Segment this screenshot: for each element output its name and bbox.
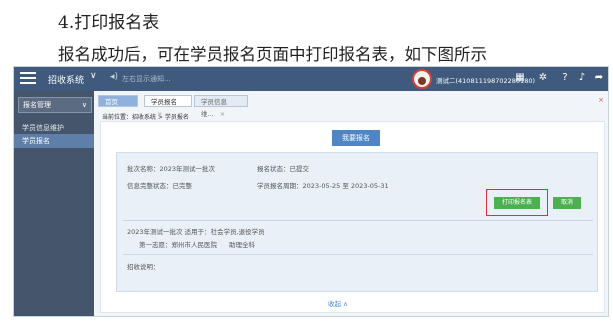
app-screenshot: 招收系统 ∨ ◂) 左右显示通知... 测试二(4108111987022801… xyxy=(13,66,609,317)
first-choice: 第一志愿：郑州市人民医院 xyxy=(139,241,217,249)
tab-home[interactable]: 首页 xyxy=(98,95,138,107)
speaker-icon: ◂) xyxy=(110,72,119,82)
tab-student-registration[interactable]: 学员报名× xyxy=(144,95,192,118)
notification-text: 左右显示通知... xyxy=(122,75,171,83)
print-form-button[interactable]: 打印报名表 xyxy=(494,197,540,209)
breadcrumb: 当前位置：招收系统 > 学员报名 xyxy=(102,114,189,121)
doc-paragraph: 报名成功后，可在学员报名页面中打印报名表，如下图所示 xyxy=(58,45,487,64)
top-bar: 招收系统 ∨ ◂) 左右显示通知... 测试二(4108111987022801… xyxy=(14,67,608,91)
menu-icon[interactable] xyxy=(20,72,36,86)
batch-description: 2023年测试一批次 适用于：社会学员,退役学员 xyxy=(127,228,265,236)
info-complete-status: 信息完整状态：已完整 xyxy=(127,182,192,190)
divider xyxy=(123,254,593,255)
collapse-link[interactable]: 收起 ∧ xyxy=(328,298,348,308)
help-icon[interactable]: ? xyxy=(558,71,572,85)
remark-label: 招收说明： xyxy=(127,263,160,271)
doc-heading: 4.打印报名表 xyxy=(58,13,160,33)
bell-icon[interactable]: ♪ xyxy=(575,71,589,85)
gear-icon[interactable]: ✲ xyxy=(536,71,550,85)
sidebar-item-student-info[interactable]: 学员信息维护 xyxy=(22,123,64,133)
sidebar: 报名管理 ∨ 学员信息维护 学员报名 xyxy=(14,91,94,316)
registration-status: 报名状态：已提交 xyxy=(257,165,309,173)
registration-info-panel: 批次名称：2023年测试一批次 报名状态：已提交 信息完整状态：已完整 学员报名… xyxy=(116,152,598,292)
tab-student-info[interactable]: 学员信息维... × xyxy=(194,95,248,118)
close-icon[interactable]: × xyxy=(220,110,225,118)
batch-name: 批次名称：2023年测试一批次 xyxy=(127,165,216,173)
register-button[interactable]: 我要报名 xyxy=(332,130,380,146)
divider xyxy=(123,220,593,221)
sidebar-group-label: 报名管理 xyxy=(23,101,51,109)
chevron-down-icon[interactable]: ∨ xyxy=(90,71,97,81)
close-all-tabs-icon[interactable]: × xyxy=(598,96,604,104)
registration-period: 学员报名周期：2023-05-25 至 2023-05-31 xyxy=(257,182,389,190)
system-title[interactable]: 招收系统 xyxy=(48,73,84,86)
cancel-button[interactable]: 取消 xyxy=(553,197,581,209)
calendar-icon[interactable]: ▦ xyxy=(513,71,527,85)
major: 助理全科 xyxy=(229,241,255,249)
sidebar-item-student-registration[interactable]: 学员报名 xyxy=(14,134,94,148)
main-content: 我要报名 批次名称：2023年测试一批次 报名状态：已提交 信息完整状态：已完整… xyxy=(100,121,605,313)
share-icon[interactable]: ➦ xyxy=(592,71,606,85)
chevron-down-icon: ∨ xyxy=(81,101,87,109)
sidebar-group-registration[interactable]: 报名管理 ∨ xyxy=(18,97,92,113)
avatar[interactable] xyxy=(412,69,432,89)
